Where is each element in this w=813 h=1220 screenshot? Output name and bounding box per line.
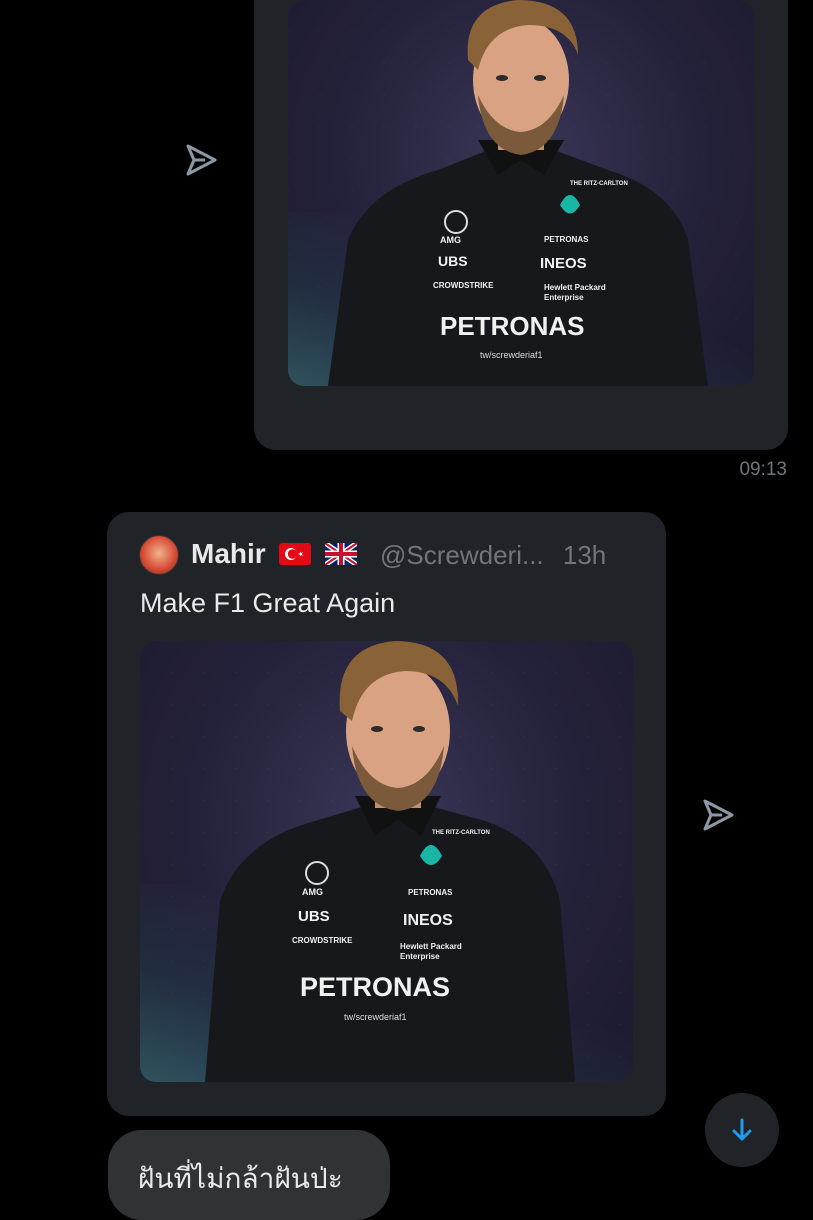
svg-text:Hewlett Packard: Hewlett Packard [400,942,462,951]
svg-text:tw/screwderiaf1: tw/screwderiaf1 [480,350,543,360]
svg-text:tw/screwderiaf1: tw/screwderiaf1 [344,1012,407,1022]
svg-text:Enterprise: Enterprise [400,952,440,961]
svg-text:CROWDSTRIKE: CROWDSTRIKE [292,936,353,945]
message-text: ฝันที่ไม่กล้าฝันป่ะ [138,1162,343,1195]
driver-portrait: AMG UBS CROWDSTRIKE INEOS Hewlett Packar… [205,641,575,1082]
svg-text:THE RITZ-CARLTON: THE RITZ-CARLTON [570,181,628,187]
avatar[interactable] [139,535,179,575]
svg-text:Enterprise: Enterprise [544,293,584,302]
tweet-text: Make F1 Great Again [140,588,396,618]
svg-text:UBS: UBS [298,908,330,925]
svg-text:UBS: UBS [438,253,468,269]
svg-text:Hewlett Packard: Hewlett Packard [544,283,606,292]
svg-text:PETRONAS: PETRONAS [408,888,453,897]
share-arrow-icon [703,799,734,831]
svg-text:THE RITZ-CARLTON: THE RITZ-CARLTON [432,830,490,836]
svg-text:INEOS: INEOS [403,912,453,929]
scroll-to-bottom-button[interactable] [705,1093,779,1167]
svg-text:PETRONAS: PETRONAS [544,235,589,244]
driver-portrait: AMG UBS CROWDSTRIKE INEOS Hewlett Packar… [328,0,708,386]
shared-photo[interactable]: AMG UBS CROWDSTRIKE INEOS Hewlett Packar… [288,0,754,386]
turkey-flag-icon [279,540,312,572]
svg-text:PETRONAS: PETRONAS [300,972,450,1002]
share-button[interactable] [181,140,221,180]
uk-flag-icon [323,540,359,572]
shared-image-card[interactable]: AMG UBS CROWDSTRIKE INEOS Hewlett Packar… [254,0,788,450]
share-button[interactable] [698,795,738,835]
tweet-photo[interactable]: AMG UBS CROWDSTRIKE INEOS Hewlett Packar… [140,641,633,1082]
svg-text:AMG: AMG [440,235,461,245]
author-handle-and-time: @Screwderi... 13h [380,540,607,570]
svg-text:AMG: AMG [302,887,323,897]
author-name: Mahir [191,538,359,572]
svg-text:CROWDSTRIKE: CROWDSTRIKE [433,281,494,290]
share-arrow-icon [186,144,217,176]
arrow-down-icon [732,1118,752,1141]
message-timestamp: 09:13 [739,459,787,480]
svg-text:INEOS: INEOS [540,255,587,272]
svg-text:PETRONAS: PETRONAS [440,311,584,341]
